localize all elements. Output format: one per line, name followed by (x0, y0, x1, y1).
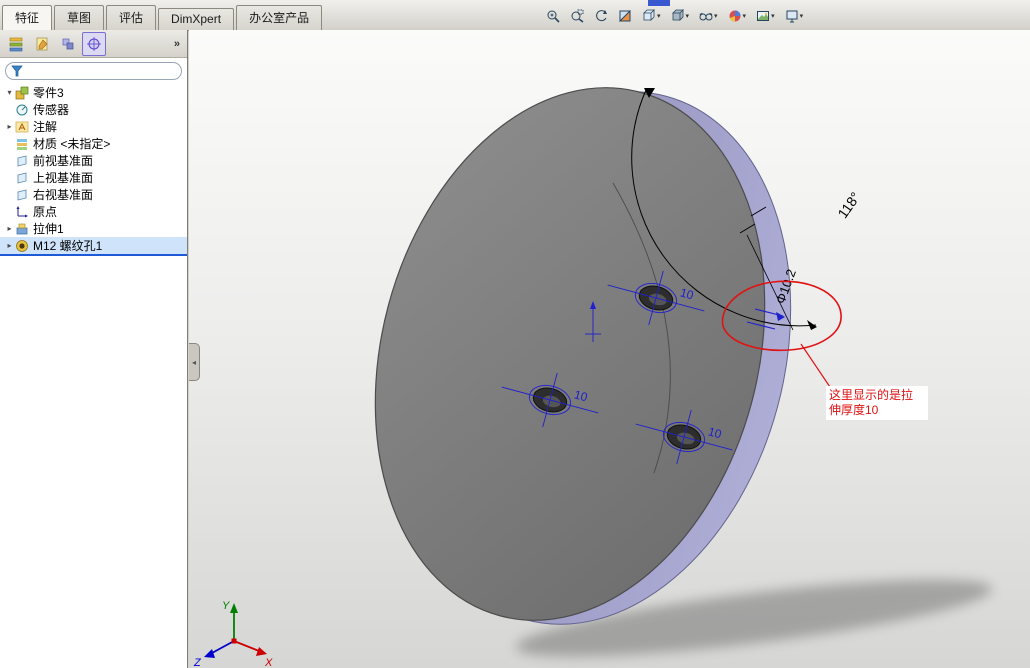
tree-item-front-plane[interactable]: 前视基准面 (0, 152, 187, 169)
material-icon (15, 137, 33, 151)
property-clipboard-icon (36, 37, 48, 50)
titlebar-accent (648, 0, 670, 6)
zoom-to-fit-icon[interactable] (543, 7, 563, 25)
tree-item-label: M12 螺纹孔1 (33, 239, 103, 253)
scene-picture-glyph (757, 11, 770, 21)
panel-overflow-chevron[interactable]: » (174, 38, 183, 50)
heads-up-toolbar: ▾ ▾ ▾ ▾ ▾ ▾ (543, 7, 806, 25)
tree-item-label: 前视基准面 (33, 154, 94, 168)
panel-collapse-handle[interactable]: ◂ (189, 343, 200, 381)
note-line1: 这里显示的是拉 (829, 387, 913, 402)
property-manager-tab[interactable] (30, 32, 54, 56)
hide-show-items-icon[interactable]: ▾ (696, 7, 721, 25)
collapse-arrow-icon: ◂ (191, 357, 196, 367)
tree-item-right-plane[interactable]: 右视基准面 (0, 186, 187, 203)
plane-icon (15, 188, 33, 202)
origin-icon (15, 205, 33, 219)
dropdown-arrow-icon[interactable]: ▾ (686, 13, 690, 20)
previous-view-icon[interactable] (591, 7, 611, 25)
view-orientation-icon[interactable]: ▾ (639, 7, 664, 25)
tree-item-material[interactable]: 材质 <未指定> (0, 135, 187, 152)
shaded-cube-glyph (671, 9, 684, 21)
extrude-feature-icon (15, 222, 33, 236)
dropdown-arrow-icon[interactable]: ▾ (657, 13, 661, 20)
tree-filter-box[interactable] (5, 62, 182, 80)
display-style-icon[interactable]: ▾ (668, 7, 693, 25)
plane-icon (15, 171, 33, 185)
hole-feature-icon (15, 239, 33, 253)
dropdown-arrow-icon[interactable]: ▾ (743, 13, 747, 20)
dimxpert-manager-tab[interactable] (82, 31, 106, 56)
apply-scene-icon[interactable]: ▾ (753, 7, 778, 25)
feature-tree: ▾ 零件3 传感器 ▸ 注解 材质 <未指定> 前视基准面 上视基准面 右视基准… (0, 83, 187, 256)
tab-sketch[interactable]: 草图 (54, 5, 105, 30)
feature-tree-icon (9, 37, 23, 51)
triad-z-label: Z (193, 657, 202, 668)
dropdown-arrow-icon[interactable]: ▾ (800, 13, 804, 20)
tree-item-label: 材质 <未指定> (33, 137, 111, 151)
orientation-triad: Y X Z (193, 600, 273, 668)
magnifier-glyph (571, 9, 584, 23)
graphics-area[interactable]: 10 10 10 118° Φ10.2 这里显示的是拉 伸厚度10 Y X Z … (189, 30, 1030, 668)
tree-item-m12-tapped-hole[interactable]: ▸ M12 螺纹孔1 (0, 237, 187, 256)
feature-tree-panel: ▾ 零件3 传感器 ▸ 注解 材质 <未指定> 前视基准面 上视基准面 右视基准… (0, 58, 187, 668)
ribbon-tabs: 特征 草图 评估 DimXpert 办公室产品 (2, 5, 324, 30)
ribbon-tab-bar: 特征 草图 评估 DimXpert 办公室产品 ▾ ▾ ▾ ▾ ▾ ▾ (0, 0, 1030, 31)
section-cube-glyph (618, 9, 631, 22)
tab-dimxpert[interactable]: DimXpert (158, 8, 235, 30)
tree-item-extrude1[interactable]: ▸ 拉伸1 (0, 220, 187, 237)
section-view-icon[interactable] (615, 7, 635, 25)
expander-icon[interactable]: ▸ (4, 241, 15, 250)
feature-manager-tab[interactable] (4, 32, 28, 56)
zoom-to-area-icon[interactable] (567, 7, 587, 25)
manager-tab-strip: » (0, 30, 187, 58)
target-icon (87, 36, 101, 51)
curved-arrow-glyph (596, 10, 607, 22)
tree-item-label: 零件3 (33, 86, 64, 100)
annotations-icon (15, 120, 33, 134)
edit-appearance-icon[interactable]: ▾ (725, 7, 750, 25)
angle-dimension-label[interactable]: 118° (834, 189, 863, 221)
tree-item-label: 传感器 (33, 103, 70, 117)
plane-icon (15, 154, 33, 168)
tree-root-part[interactable]: ▾ 零件3 (0, 84, 187, 101)
tab-office-products[interactable]: 办公室产品 (236, 5, 323, 30)
expander-icon[interactable]: ▸ (4, 122, 15, 131)
filter-funnel-icon (11, 65, 23, 77)
tree-item-label: 拉伸1 (33, 222, 64, 236)
tree-item-top-plane[interactable]: 上视基准面 (0, 169, 187, 186)
note-line2: 伸厚度10 (829, 402, 879, 417)
solidworks-window: 特征 草图 评估 DimXpert 办公室产品 ▾ ▾ ▾ ▾ ▾ ▾ » ▾ … (0, 0, 1030, 668)
tree-item-label: 右视基准面 (33, 188, 94, 202)
part-icon (15, 86, 33, 100)
wire-cube-glyph (643, 9, 655, 21)
dropdown-arrow-icon[interactable]: ▾ (714, 13, 718, 20)
expander-icon[interactable]: ▸ (4, 224, 15, 233)
tree-item-label: 上视基准面 (33, 171, 94, 185)
tree-item-origin[interactable]: 原点 (0, 203, 187, 220)
triad-y-label: Y (222, 600, 230, 612)
view-settings-icon[interactable]: ▾ (782, 7, 807, 25)
monitor-glyph (786, 10, 798, 23)
tree-item-annotations[interactable]: ▸ 注解 (0, 118, 187, 135)
tab-features[interactable]: 特征 (2, 5, 53, 30)
configurations-icon (62, 38, 74, 49)
sensor-icon (15, 103, 33, 117)
configuration-manager-tab[interactable] (56, 32, 80, 56)
expander-icon[interactable]: ▾ (4, 88, 15, 97)
magnifier-plus-glyph (547, 10, 560, 23)
triad-x-label: X (264, 657, 273, 668)
3d-scene[interactable]: 10 10 10 118° Φ10.2 这里显示的是拉 伸厚度10 Y X Z (189, 30, 1030, 668)
tree-item-sensors[interactable]: 传感器 (0, 101, 187, 118)
tree-item-label: 注解 (33, 120, 58, 134)
color-sphere-glyph (729, 10, 741, 22)
tree-item-label: 原点 (33, 205, 58, 219)
glasses-glyph (699, 13, 713, 21)
dropdown-arrow-icon[interactable]: ▾ (771, 13, 775, 20)
disc-front-face[interactable] (318, 44, 821, 665)
tab-evaluate[interactable]: 评估 (106, 5, 157, 30)
feature-manager-panel: » ▾ 零件3 传感器 ▸ 注解 材质 <未指定> 前视基准面 上视基准面 右视… (0, 30, 188, 668)
